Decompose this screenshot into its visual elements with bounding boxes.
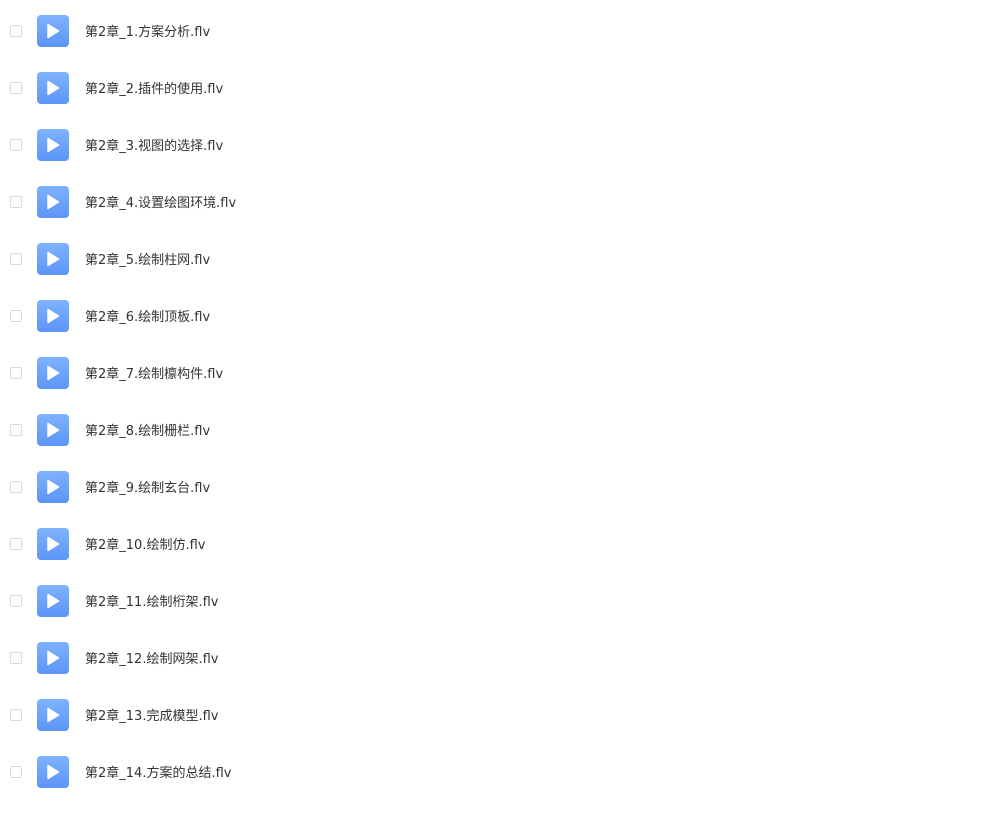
video-file-icon[interactable] [37, 185, 69, 218]
play-icon [47, 194, 60, 209]
video-file-icon[interactable] [37, 470, 69, 503]
file-name[interactable]: 第2章_12.绘制网架.flv [85, 648, 218, 667]
play-icon [47, 251, 60, 266]
file-row[interactable]: 第2章_8.绘制栅栏.flv [0, 401, 1002, 458]
video-file-icon[interactable] [37, 242, 69, 275]
play-icon [47, 650, 60, 665]
file-name[interactable]: 第2章_6.绘制顶板.flv [85, 306, 210, 325]
play-icon [47, 365, 60, 380]
file-name[interactable]: 第2章_11.绘制桁架.flv [85, 591, 218, 610]
file-name[interactable]: 第2章_4.设置绘图环境.flv [85, 192, 236, 211]
play-icon [47, 764, 60, 779]
file-row[interactable]: 第2章_3.视图的选择.flv [0, 116, 1002, 173]
file-row[interactable]: 第2章_4.设置绘图环境.flv [0, 173, 1002, 230]
file-row[interactable]: 第2章_6.绘制顶板.flv [0, 287, 1002, 344]
file-row[interactable]: 第2章_14.方案的总结.flv [0, 743, 1002, 800]
video-file-icon[interactable] [37, 71, 69, 104]
file-row[interactable]: 第2章_7.绘制檩构件.flv [0, 344, 1002, 401]
file-row[interactable]: 第2章_2.插件的使用.flv [0, 59, 1002, 116]
video-file-icon[interactable] [37, 299, 69, 332]
file-list: 第2章_1.方案分析.flv 第2章_2.插件的使用.flv 第2章_3.视图的… [0, 0, 1002, 818]
file-name[interactable]: 第2章_10.绘制仿.flv [85, 534, 205, 553]
file-name[interactable]: 第2章_2.插件的使用.flv [85, 78, 223, 97]
play-icon [47, 536, 60, 551]
file-checkbox[interactable] [10, 708, 22, 721]
file-row[interactable]: 第2章_13.完成模型.flv [0, 686, 1002, 743]
video-file-icon[interactable] [37, 14, 69, 47]
play-icon [47, 707, 60, 722]
file-checkbox[interactable] [10, 366, 22, 379]
file-name[interactable]: 第2章_3.视图的选择.flv [85, 135, 223, 154]
file-checkbox[interactable] [10, 594, 22, 607]
file-checkbox[interactable] [10, 252, 22, 265]
play-icon [47, 23, 60, 38]
play-icon [47, 479, 60, 494]
video-file-icon[interactable] [37, 698, 69, 731]
file-row[interactable]: 第2章_5.绘制柱网.flv [0, 230, 1002, 287]
file-name[interactable]: 第2章_13.完成模型.flv [85, 705, 218, 724]
video-file-icon[interactable] [37, 584, 69, 617]
file-checkbox[interactable] [10, 309, 22, 322]
file-row[interactable]: 第2章_12.绘制网架.flv [0, 629, 1002, 686]
file-name[interactable]: 第2章_8.绘制栅栏.flv [85, 420, 210, 439]
file-row[interactable]: 第2章_10.绘制仿.flv [0, 515, 1002, 572]
play-icon [47, 308, 60, 323]
file-row[interactable]: 第2章_1.方案分析.flv [0, 2, 1002, 59]
file-name[interactable]: 第2章_9.绘制玄台.flv [85, 477, 210, 496]
video-file-icon[interactable] [37, 413, 69, 446]
video-file-icon[interactable] [37, 356, 69, 389]
video-file-icon[interactable] [37, 755, 69, 788]
file-checkbox[interactable] [10, 537, 22, 550]
file-name[interactable]: 第2章_14.方案的总结.flv [85, 762, 231, 781]
file-row[interactable]: 第2章_9.绘制玄台.flv [0, 458, 1002, 515]
file-checkbox[interactable] [10, 195, 22, 208]
file-name[interactable]: 第2章_5.绘制柱网.flv [85, 249, 210, 268]
file-checkbox[interactable] [10, 138, 22, 151]
video-file-icon[interactable] [37, 527, 69, 560]
file-name[interactable]: 第2章_1.方案分析.flv [85, 21, 210, 40]
video-file-icon[interactable] [37, 641, 69, 674]
file-row[interactable]: 第2章_11.绘制桁架.flv [0, 572, 1002, 629]
play-icon [47, 422, 60, 437]
play-icon [47, 80, 60, 95]
file-checkbox[interactable] [10, 24, 22, 37]
file-checkbox[interactable] [10, 81, 22, 94]
file-checkbox[interactable] [10, 480, 22, 493]
file-checkbox[interactable] [10, 423, 22, 436]
file-checkbox[interactable] [10, 651, 22, 664]
file-checkbox[interactable] [10, 765, 22, 778]
play-icon [47, 137, 60, 152]
video-file-icon[interactable] [37, 128, 69, 161]
file-name[interactable]: 第2章_7.绘制檩构件.flv [85, 363, 223, 382]
play-icon [47, 593, 60, 608]
